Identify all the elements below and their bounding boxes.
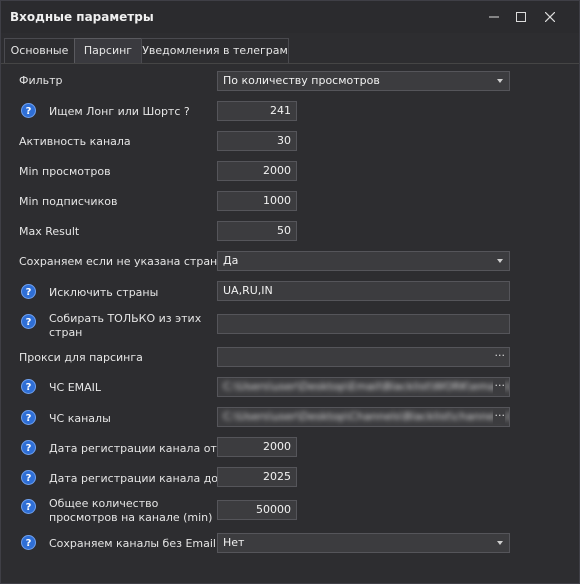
save-no-country-label: Сохраняем если не указана страна? — [19, 255, 230, 268]
help-icon[interactable]: ? — [21, 103, 36, 118]
bl-email-label: ЧС EMAIL — [49, 381, 102, 394]
min-views-label: Min просмотров — [19, 165, 111, 178]
filter-value: По количеству просмотров — [223, 74, 380, 87]
long-shorts-label: Ищем Лонг или Шортс ? — [49, 105, 190, 118]
total-views-label: Общее количество просмотров на канале (m… — [49, 497, 213, 524]
filter-select[interactable]: По количеству просмотров — [217, 71, 510, 91]
save-no-country-value: Да — [223, 254, 239, 267]
reg-from-label: Дата регистрации канала от — [49, 442, 217, 455]
close-icon[interactable] — [533, 1, 567, 33]
save-no-email-value: Нет — [223, 536, 245, 549]
max-result-input[interactable]: 50 — [217, 221, 297, 241]
channel-activity-label: Активность канала — [19, 135, 131, 148]
help-icon[interactable]: ? — [21, 410, 36, 425]
total-views-input[interactable]: 50000 — [217, 500, 297, 520]
chevron-down-icon — [497, 259, 503, 263]
bl-channels-path: C:\Users\user\Desktop\Channels\Blacklist… — [223, 410, 510, 423]
proxy-input[interactable]: ··· — [217, 347, 510, 367]
reg-from-input[interactable]: 2000 — [217, 437, 297, 457]
only-countries-label: Собирать ТОЛЬКО из этих стран — [49, 312, 202, 339]
min-views-input[interactable]: 2000 — [217, 161, 297, 181]
reg-to-input[interactable]: 2025 — [217, 467, 297, 487]
tab-bar: Основные Парсинг Уведомления в телеграм — [1, 37, 579, 64]
help-icon[interactable]: ? — [21, 535, 36, 550]
title-bar: Входные параметры — [1, 1, 579, 33]
long-shorts-input[interactable]: 241 — [217, 101, 297, 121]
only-countries-input[interactable] — [217, 314, 510, 334]
help-icon[interactable]: ? — [21, 499, 36, 514]
window-title: Входные параметры — [10, 10, 154, 24]
filter-label: Фильтр — [19, 74, 63, 87]
max-result-label: Max Result — [19, 225, 80, 238]
save-no-email-label: Сохраняем каналы без Email ? — [49, 537, 226, 550]
help-icon[interactable]: ? — [21, 440, 36, 455]
tab-telegram[interactable]: Уведомления в телеграм — [141, 38, 289, 63]
exclude-countries-input[interactable]: UA,RU,IN — [217, 281, 510, 301]
reg-to-label: Дата регистрации канала до — [49, 472, 219, 485]
chevron-down-icon — [497, 541, 503, 545]
parsing-panel: Фильтр По количеству просмотров ? Ищем Л… — [1, 65, 579, 583]
browse-button[interactable]: ··· — [492, 408, 505, 424]
help-icon[interactable]: ? — [21, 470, 36, 485]
tab-main[interactable]: Основные — [4, 38, 75, 63]
exclude-countries-label: Исключить страны — [49, 286, 159, 299]
channel-activity-input[interactable]: 30 — [217, 131, 297, 151]
help-icon[interactable]: ? — [21, 379, 36, 394]
save-no-country-select[interactable]: Да — [217, 251, 510, 271]
save-no-email-select[interactable]: Нет — [217, 533, 510, 553]
min-subs-input[interactable]: 1000 — [217, 191, 297, 211]
bl-channels-label: ЧС каналы — [49, 412, 111, 425]
chevron-down-icon — [497, 79, 503, 83]
proxy-label: Прокси для парсинга — [19, 351, 143, 364]
dialog-window: Входные параметры Основные Парсинг Уведо… — [0, 0, 580, 584]
bl-email-path: C:\Users\user\Desktop\Email\Blacklist\WO… — [223, 380, 510, 393]
browse-button[interactable]: ··· — [495, 348, 506, 364]
bl-email-input[interactable]: C:\Users\user\Desktop\Email\Blacklist\WO… — [217, 377, 510, 397]
min-subs-label: Min подписчиков — [19, 195, 118, 208]
bl-channels-input[interactable]: C:\Users\user\Desktop\Channels\Blacklist… — [217, 407, 510, 427]
help-icon[interactable]: ? — [21, 314, 36, 329]
tab-parsing[interactable]: Парсинг — [74, 38, 142, 63]
browse-button[interactable]: ··· — [492, 378, 505, 394]
help-icon[interactable]: ? — [21, 284, 36, 299]
